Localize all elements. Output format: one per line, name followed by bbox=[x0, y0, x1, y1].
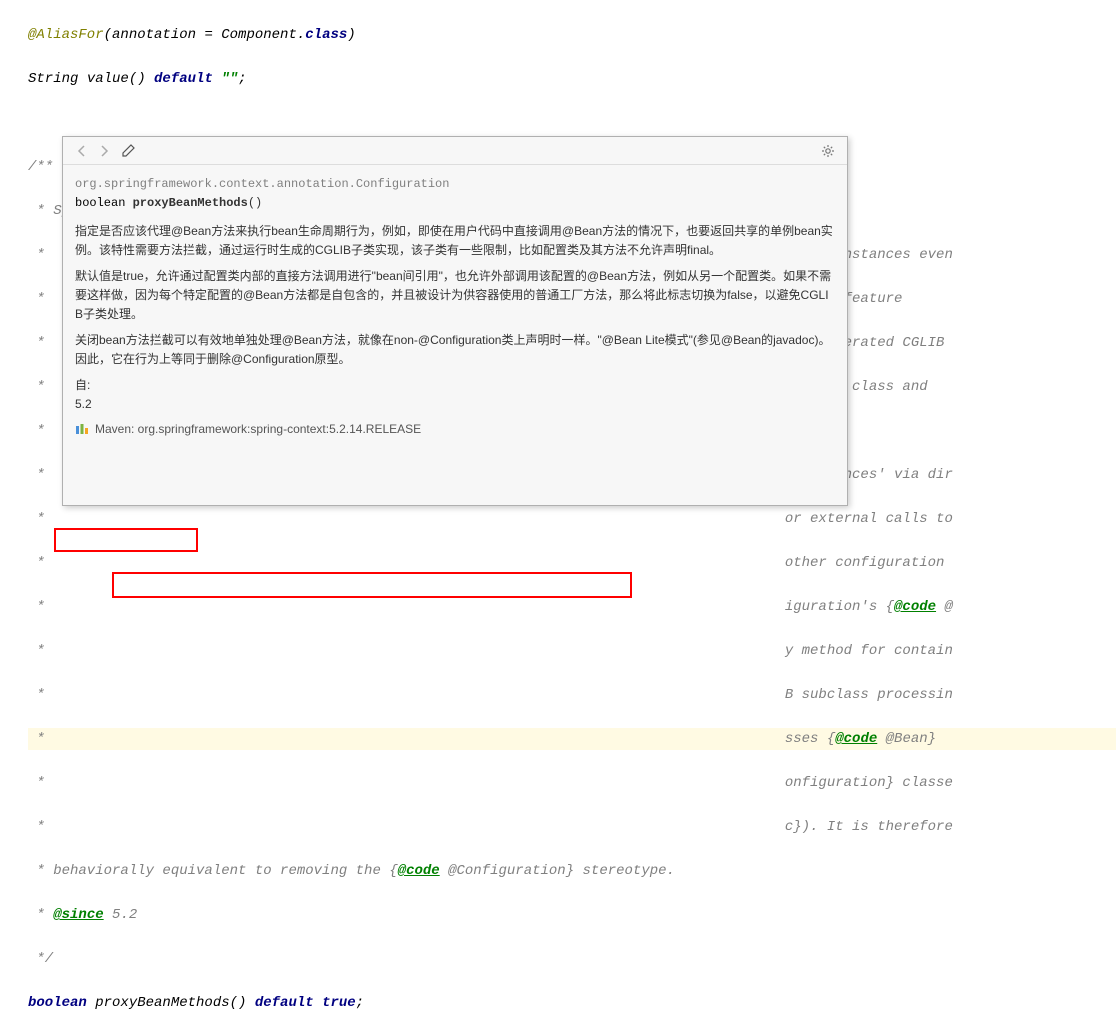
javadoc-close: */ bbox=[28, 951, 53, 967]
edit-button[interactable] bbox=[117, 141, 139, 161]
quick-doc-popup: org.springframework.context.annotation.C… bbox=[62, 136, 848, 506]
popup-since-label: 自: bbox=[75, 376, 835, 395]
popup-body: org.springframework.context.annotation.C… bbox=[63, 165, 847, 505]
settings-button[interactable] bbox=[817, 141, 839, 161]
forward-button[interactable] bbox=[93, 141, 115, 161]
gear-icon bbox=[821, 144, 835, 158]
back-button[interactable] bbox=[71, 141, 93, 161]
arrow-left-icon bbox=[76, 145, 88, 157]
popup-paragraph-2: 默认值是true，允许通过配置类内部的直接方法调用进行"bean间引用"，也允许… bbox=[75, 267, 835, 323]
popup-paragraph-1: 指定是否应该代理@Bean方法来执行bean生命周期行为，例如，即使在用户代码中… bbox=[75, 222, 835, 259]
popup-since-value: 5.2 bbox=[75, 395, 835, 414]
popup-toolbar bbox=[63, 137, 847, 165]
pencil-icon bbox=[122, 144, 135, 157]
arrow-right-icon bbox=[98, 145, 110, 157]
popup-maven-text: Maven: org.springframework:spring-contex… bbox=[95, 420, 421, 439]
popup-paragraph-3: 关闭bean方法拦截可以有效地单独处理@Bean方法，就像在non-@Confi… bbox=[75, 331, 835, 368]
popup-package: org.springframework.context.annotation.C… bbox=[75, 175, 835, 194]
maven-icon bbox=[75, 422, 89, 436]
popup-footer: Maven: org.springframework:spring-contex… bbox=[75, 420, 835, 439]
annotation-aliasfor: @AliasFor bbox=[28, 27, 104, 43]
javadoc-open: /** bbox=[28, 159, 53, 175]
javadoc-since-tag: @since bbox=[53, 907, 103, 923]
popup-signature: boolean proxyBeanMethods() bbox=[75, 194, 835, 213]
